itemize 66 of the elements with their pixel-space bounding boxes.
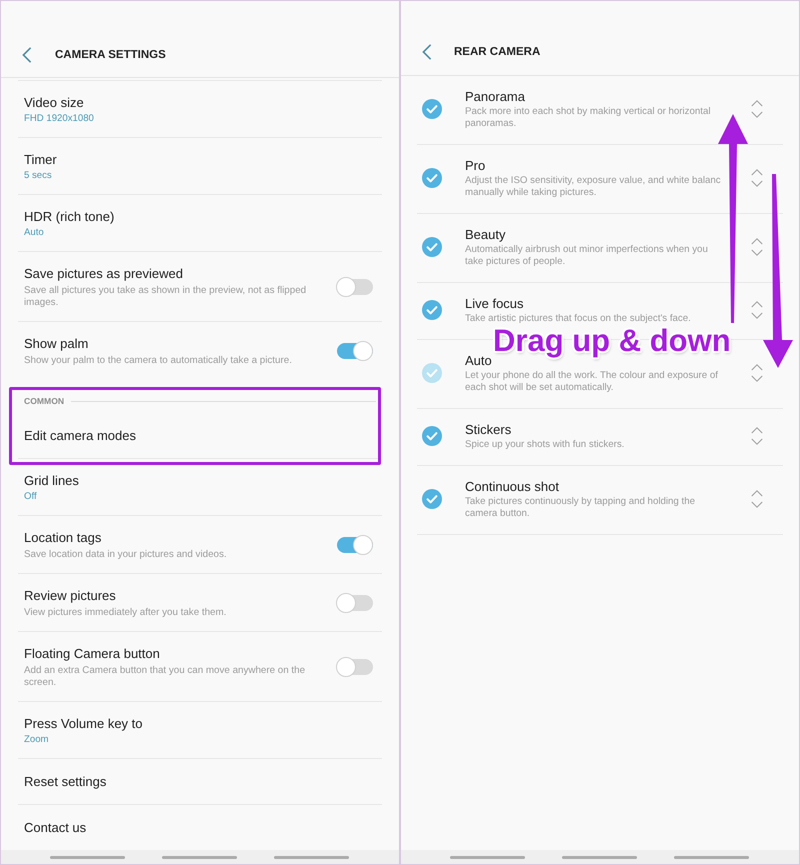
nav-line-icon: [562, 856, 637, 858]
nav-line-icon: [162, 856, 237, 858]
mode-title: Continuous shot: [465, 478, 559, 496]
check-icon[interactable]: [422, 168, 442, 188]
check-icon[interactable]: [422, 426, 442, 446]
setting-title: Grid lines: [24, 472, 79, 490]
check-icon[interactable]: [422, 489, 442, 509]
setting-description: Show your palm to the camera to automatically take a picture.: [24, 355, 292, 367]
setting-title: Timer: [24, 151, 57, 169]
mode-description: Adjust the ISO sensitivity, exposure value, and white balanc manually while taking pictures.: [465, 175, 722, 199]
setting-value: Auto: [24, 226, 44, 239]
header-title: CAMERA SETTINGS: [55, 48, 166, 63]
toggle-switch[interactable]: [336, 341, 373, 361]
nav-line-icon: [674, 856, 749, 858]
mode-description: Take artistic pictures that focus on the subject's face.: [465, 313, 691, 325]
check-icon[interactable]: [422, 237, 442, 257]
menu-item[interactable]: Reset settings: [24, 773, 106, 791]
setting-description: Save location data in your pictures and videos.: [24, 549, 227, 561]
check-icon[interactable]: [422, 99, 442, 119]
setting-value: 5 secs: [24, 169, 52, 182]
mode-title: Beauty: [465, 226, 506, 244]
toggle-switch[interactable]: [336, 277, 373, 297]
setting-description: View pictures immediately after you take them.: [24, 607, 226, 619]
mode-description: Take pictures continuously by tapping and holding the camera button.: [465, 496, 696, 520]
nav-line-icon: [274, 856, 349, 858]
setting-title: Location tags: [24, 529, 102, 547]
setting-value: FHD 1920x1080: [24, 112, 94, 125]
mode-title: Pro: [465, 157, 486, 175]
mode-description: Spice up your shots with fun stickers.: [465, 439, 624, 451]
mode-description: Automatically airbrush out minor imperfections when you take pictures of people.: [465, 244, 709, 268]
setting-value: Zoom: [24, 733, 49, 746]
mode-description: Let your phone do all the work. The colour and exposure of each shot will be set automatically.: [465, 370, 719, 394]
chevron-up-down-icon[interactable]: [751, 363, 763, 383]
chevron-up-down-icon[interactable]: [751, 489, 763, 509]
chevron-up-down-icon[interactable]: [751, 237, 763, 257]
check-icon[interactable]: [422, 300, 442, 320]
toggle-switch[interactable]: [336, 593, 373, 613]
setting-title: Show palm: [24, 335, 88, 353]
mode-title: Auto: [465, 352, 492, 370]
toggle-switch[interactable]: [336, 657, 373, 677]
setting-title: HDR (rich tone): [24, 208, 114, 226]
back-icon[interactable]: [22, 47, 32, 63]
mode-title: Stickers: [465, 421, 512, 439]
setting-value: Off: [24, 490, 37, 503]
chevron-up-down-icon[interactable]: [751, 168, 763, 188]
setting-title: Video size: [24, 94, 84, 112]
setting-description: Save all pictures you take as shown in the preview, not as flipped images.: [24, 285, 308, 309]
setting-title: Press Volume key to: [24, 715, 142, 733]
chevron-up-down-icon[interactable]: [751, 99, 763, 119]
mode-title: Live focus: [465, 295, 524, 313]
menu-item[interactable]: Contact us: [24, 819, 86, 837]
menu-item[interactable]: Edit camera modes: [24, 427, 136, 445]
chevron-up-down-icon[interactable]: [751, 426, 763, 446]
setting-description: Add an extra Camera button that you can move anywhere on the screen.: [24, 665, 306, 689]
nav-line-icon: [450, 856, 525, 858]
header-title: REAR CAMERA: [454, 45, 540, 60]
setting-title: Review pictures: [24, 587, 116, 605]
back-icon[interactable]: [422, 44, 432, 60]
mode-title: Panorama: [465, 88, 525, 106]
toggle-switch[interactable]: [336, 535, 373, 555]
section-header: COMMON: [24, 395, 64, 407]
chevron-up-down-icon[interactable]: [751, 300, 763, 320]
setting-title: Save pictures as previewed: [24, 265, 183, 283]
setting-title: Floating Camera button: [24, 645, 160, 663]
mode-description: Pack more into each shot by making vertical or horizontal panoramas.: [465, 106, 712, 130]
nav-line-icon: [50, 856, 125, 858]
